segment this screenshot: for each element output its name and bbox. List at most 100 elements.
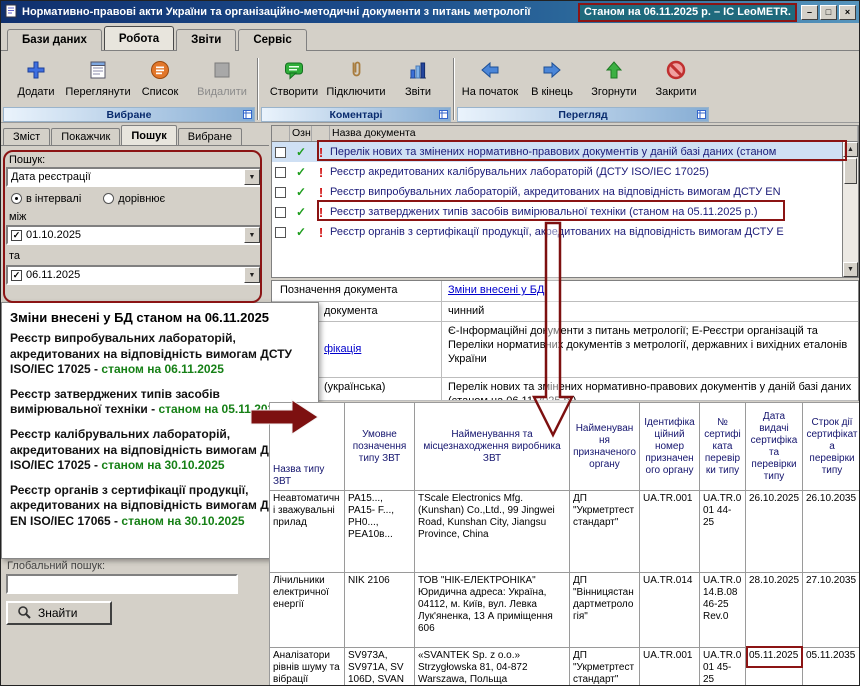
row-checkbox[interactable]: [275, 147, 286, 158]
document-title: Реєстр затверджених типів засобів вимірю…: [330, 206, 842, 218]
col-header-manufacturer: Найменування та місцезнаходження виробни…: [415, 403, 570, 491]
cell-designation: РА15..., РА15- F..., РН0..., РЕА10в...: [345, 491, 415, 573]
scrollbar[interactable]: [842, 142, 858, 277]
document-list-header: Озн Назва документа: [272, 126, 858, 142]
maximize-button[interactable]: □: [820, 5, 837, 20]
find-button[interactable]: Знайти: [6, 601, 112, 625]
tab-databases[interactable]: Бази даних: [7, 29, 102, 51]
column-checkbox-header: [272, 126, 290, 141]
create-comment-button[interactable]: Створити: [264, 55, 324, 105]
date-from-combo[interactable]: 01.10.2025: [6, 225, 262, 245]
tab-search[interactable]: Пошук: [121, 125, 176, 145]
dropdown-arrow-icon[interactable]: [244, 227, 260, 243]
attach-button[interactable]: Підключити: [326, 55, 386, 105]
check-icon: [290, 185, 312, 199]
type-table-row[interactable]: Лічильники електричної енергії NIK 2106 …: [270, 573, 860, 648]
type-table-row[interactable]: Аналізатори рівнів шуму та вібрації SV97…: [270, 648, 860, 686]
menu-tab-strip: Бази даних Робота Звіти Сервіс: [1, 25, 859, 51]
cell-designation: SV973A, SV971A, SV 106D, SVAN 958A: [345, 648, 415, 686]
check-icon: [290, 205, 312, 219]
check-icon: [290, 165, 312, 179]
group-caption-favorites: Вибране: [3, 107, 255, 122]
close-button[interactable]: ×: [839, 5, 856, 20]
list-button[interactable]: Список: [130, 55, 190, 105]
tab-index[interactable]: Покажчик: [51, 128, 120, 146]
popup-entry: Реєстр затверджених типів засобів вимірю…: [10, 387, 310, 418]
view-document-icon: [87, 59, 109, 84]
scroll-down-icon[interactable]: [843, 262, 858, 277]
radio-in-interval[interactable]: в інтервалі: [11, 193, 81, 205]
type-table-row[interactable]: Неавтоматичні зважувальні прилад РА15...…: [270, 491, 860, 573]
cell-issue-date: 28.10.2025: [746, 573, 803, 648]
row-checkbox[interactable]: [275, 167, 286, 178]
checkbox-checked-icon[interactable]: [11, 270, 22, 281]
classification-link[interactable]: фікація: [324, 343, 361, 355]
date-from-value: 01.10.2025: [26, 229, 81, 241]
add-button[interactable]: Додати: [6, 55, 66, 105]
col-header-issue-date: Дата видачі сертифіката перевірки типу: [746, 403, 803, 491]
checkbox-checked-icon[interactable]: [11, 230, 22, 241]
comment-icon: [283, 59, 305, 84]
app-window: Нормативно-правові акти України та орган…: [0, 0, 860, 686]
app-icon: [4, 4, 18, 21]
toolbar: Додати Переглянути Список Видалити Вибра…: [1, 52, 859, 123]
tab-favorites[interactable]: Вибране: [178, 128, 242, 146]
reports-button[interactable]: Звіти: [388, 55, 448, 105]
between-label: між: [9, 211, 26, 223]
cell-certificate: UA.TR.014.B.0846-25 Rev.0: [700, 573, 746, 648]
date-to-combo[interactable]: 06.11.2025: [6, 265, 262, 285]
cell-manufacturer: «SVANTEK Sp. z o.o.» Strzygłowska 81, 04…: [415, 648, 570, 686]
col-header-certificate: № сертифіката перевірки типу: [700, 403, 746, 491]
popup-entry: Реєстр органів з сертифікації продукції,…: [10, 483, 310, 530]
type-table: Назва типу ЗВТ Умовне позначення типу ЗВ…: [269, 402, 860, 686]
document-row[interactable]: Реєстр органів з сертифікації продукції,…: [272, 222, 842, 242]
search-label: Пошук:: [9, 154, 45, 166]
check-icon: [290, 225, 312, 239]
entry-date: станом на 06.11.2025: [101, 362, 224, 376]
row-checkbox[interactable]: [275, 207, 286, 218]
view-button[interactable]: Переглянути: [68, 55, 128, 105]
interval-radio-group: в інтервалі дорівнює: [11, 193, 165, 205]
document-details: Позначення документа Зміни внесені у БД …: [271, 280, 859, 401]
collapse-button[interactable]: Згорнути: [584, 55, 644, 105]
detail-row: (українська) Перелік нових та змінених н…: [272, 378, 858, 401]
tab-reports[interactable]: Звіти: [176, 29, 236, 51]
delete-button[interactable]: Видалити: [192, 55, 252, 105]
dropdown-arrow-icon[interactable]: [244, 169, 260, 185]
cell-body: ДП "Вінницястандартметрологія": [570, 573, 640, 648]
minimize-button[interactable]: –: [801, 5, 818, 20]
col-header-type-name: Назва типу ЗВТ: [270, 403, 345, 491]
tab-contents[interactable]: Зміст: [3, 128, 50, 146]
scroll-thumb[interactable]: [844, 158, 857, 184]
scroll-up-icon[interactable]: [843, 142, 858, 157]
document-title: Перелік нових та змінених нормативно-пра…: [330, 146, 842, 158]
go-start-button[interactable]: На початок: [460, 55, 520, 105]
row-checkbox[interactable]: [275, 227, 286, 238]
radio-equals[interactable]: дорівнює: [103, 193, 165, 205]
ex-icon: [312, 165, 330, 180]
entry-date: станом на 30.10.2025: [101, 458, 224, 472]
row-checkbox[interactable]: [275, 187, 286, 198]
detail-row: фікація Є-Інформаційні документи з питан…: [272, 322, 858, 378]
document-row[interactable]: Перелік нових та змінених нормативно-пра…: [272, 142, 842, 162]
col-header-body-id: Ідентифікаційний номер призначеного орга…: [640, 403, 700, 491]
search-criteria-combo[interactable]: Дата реєстрації: [6, 167, 262, 187]
document-row[interactable]: Реєстр випробувальних лабораторій, акред…: [272, 182, 842, 202]
tab-service[interactable]: Сервіс: [238, 29, 306, 51]
dropdown-arrow-icon[interactable]: [244, 267, 260, 283]
document-row[interactable]: Реєстр затверджених типів засобів вимірю…: [272, 202, 842, 222]
cell-type-name: Аналізатори рівнів шуму та вібрації: [270, 648, 345, 686]
ex-icon: [312, 185, 330, 200]
document-row[interactable]: Реєстр акредитованих калібрувальних лабо…: [272, 162, 842, 182]
cell-body-id: UA.TR.001: [640, 491, 700, 573]
changes-link[interactable]: Зміни внесені у БД: [448, 284, 544, 296]
close-db-button[interactable]: Закрити: [646, 55, 706, 105]
cell-manufacturer: ТОВ "НІК-ЕЛЕКТРОНІКА" Юридична адреса: У…: [415, 573, 570, 648]
grid-icon: [439, 110, 448, 122]
global-search-input[interactable]: [6, 574, 238, 594]
tab-work[interactable]: Робота: [104, 26, 174, 50]
group-caption-comments: Коментарі: [261, 107, 451, 122]
go-end-button[interactable]: В кінець: [522, 55, 582, 105]
detail-value: Є-Інформаційні документи з питань метрол…: [442, 322, 858, 377]
document-title: Реєстр органів з сертифікації продукції,…: [330, 226, 842, 238]
